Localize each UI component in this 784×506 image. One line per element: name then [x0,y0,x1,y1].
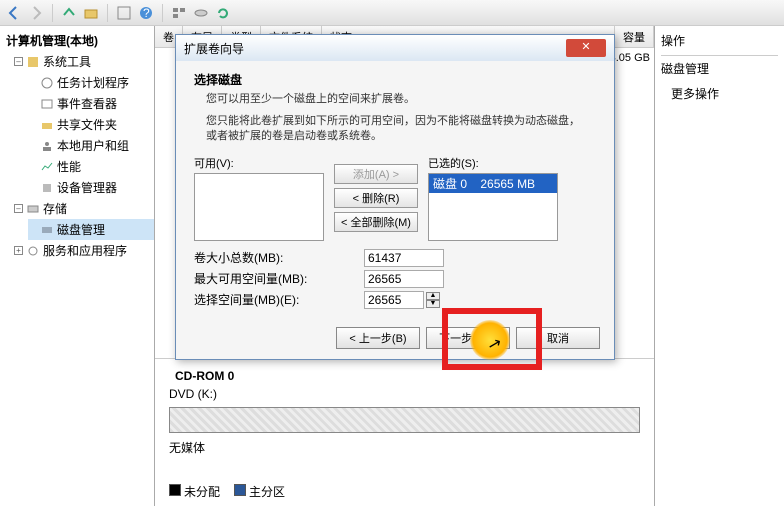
disk-graph-area: CD-ROM 0 DVD (K:) 无媒体 [155,358,654,466]
select-space-label: 选择空间量(MB)(E): [194,291,364,308]
actions-more[interactable]: 更多操作 [661,85,778,102]
tree-task-scheduler[interactable]: 任务计划程序 [28,72,154,93]
total-size-label: 卷大小总数(MB): [194,249,364,266]
cancel-button[interactable]: 取消 [516,327,600,349]
refresh-icon[interactable] [215,5,231,21]
up-icon[interactable] [61,5,77,21]
extend-volume-wizard-dialog: 扩展卷向导 ✕ 选择磁盘 您可以用至少一个磁盘上的空间来扩展卷。 您只能将此卷扩… [175,34,615,360]
selected-disk-row[interactable]: 磁盘 0 26565 MB [429,174,557,193]
forward-icon[interactable] [28,5,44,21]
help-icon[interactable]: ? [138,5,154,21]
spin-down-icon: ▼ [426,300,440,308]
remove-button[interactable]: < 删除(R) [334,188,418,208]
back-button[interactable]: < 上一步(B) [336,327,420,349]
remove-all-button[interactable]: < 全部删除(M) [334,212,418,232]
dialog-section: 选择磁盘 [194,71,596,88]
tree-performance[interactable]: 性能 [28,156,154,177]
tree-local-users[interactable]: 本地用户和组 [28,135,154,156]
disk-bar[interactable] [169,407,640,433]
tree-root[interactable]: 计算机管理(本地) [0,30,154,51]
disk-name: CD-ROM 0 [175,369,234,383]
spinner[interactable]: ▲▼ [426,292,440,308]
selected-list[interactable]: 磁盘 0 26565 MB [428,173,558,241]
tree-system-tools[interactable]: –系统工具 [14,51,154,72]
tree-device-manager[interactable]: 设备管理器 [28,177,154,198]
actions-title: 操作 [661,30,778,51]
separator [52,4,53,22]
svg-text:?: ? [143,6,150,20]
nav-tree[interactable]: 计算机管理(本地) –系统工具 任务计划程序 事件查看器 共享文件夹 本地用户和… [0,26,155,506]
col-capacity[interactable]: 容量 [615,26,654,47]
selected-label: 已选的(S): [428,155,558,171]
dialog-subtitle: 您可以用至少一个磁盘上的空间来扩展卷。 [206,90,596,106]
folder-icon[interactable] [83,5,99,21]
close-button[interactable]: ✕ [566,39,606,57]
max-space-label: 最大可用空间量(MB): [194,270,364,287]
disk-sub: DVD (K:) [169,387,640,401]
tree-storage[interactable]: –存储 [14,198,154,219]
select-space-input[interactable] [364,291,424,309]
prop-icon[interactable] [116,5,132,21]
dialog-note: 您只能将此卷扩展到如下所示的可用空间，因为不能将磁盘转换为动态磁盘，或者被扩展的… [206,114,584,145]
available-list[interactable] [194,173,324,241]
legend-unalloc-swatch [169,484,181,496]
max-space-value: 26565 [364,270,444,288]
disk-icon[interactable] [193,5,209,21]
actions-panel: 操作 磁盘管理 更多操作 [654,26,784,506]
separator [107,4,108,22]
tree-shared-folders[interactable]: 共享文件夹 [28,114,154,135]
view-icon[interactable] [171,5,187,21]
legend-primary-swatch [234,484,246,496]
disk-status: 无媒体 [169,439,640,456]
tree-disk-mgmt[interactable]: 磁盘管理 [28,219,154,240]
next-button[interactable]: 下一步(N) > [426,327,510,349]
available-label: 可用(V): [194,155,324,171]
tree-event-viewer[interactable]: 事件查看器 [28,93,154,114]
spin-up-icon: ▲ [426,292,440,300]
separator [162,4,163,22]
add-button[interactable]: 添加(A) > [334,164,418,184]
legend: 未分配 主分区 [169,483,285,500]
dialog-title-text: 扩展卷向导 [184,40,244,57]
total-size-value: 61437 [364,249,444,267]
actions-section[interactable]: 磁盘管理 [661,60,778,77]
tree-services[interactable]: +服务和应用程序 [14,240,154,261]
back-icon[interactable] [6,5,22,21]
dialog-titlebar[interactable]: 扩展卷向导 ✕ [176,35,614,61]
main-toolbar: ? [0,0,784,26]
